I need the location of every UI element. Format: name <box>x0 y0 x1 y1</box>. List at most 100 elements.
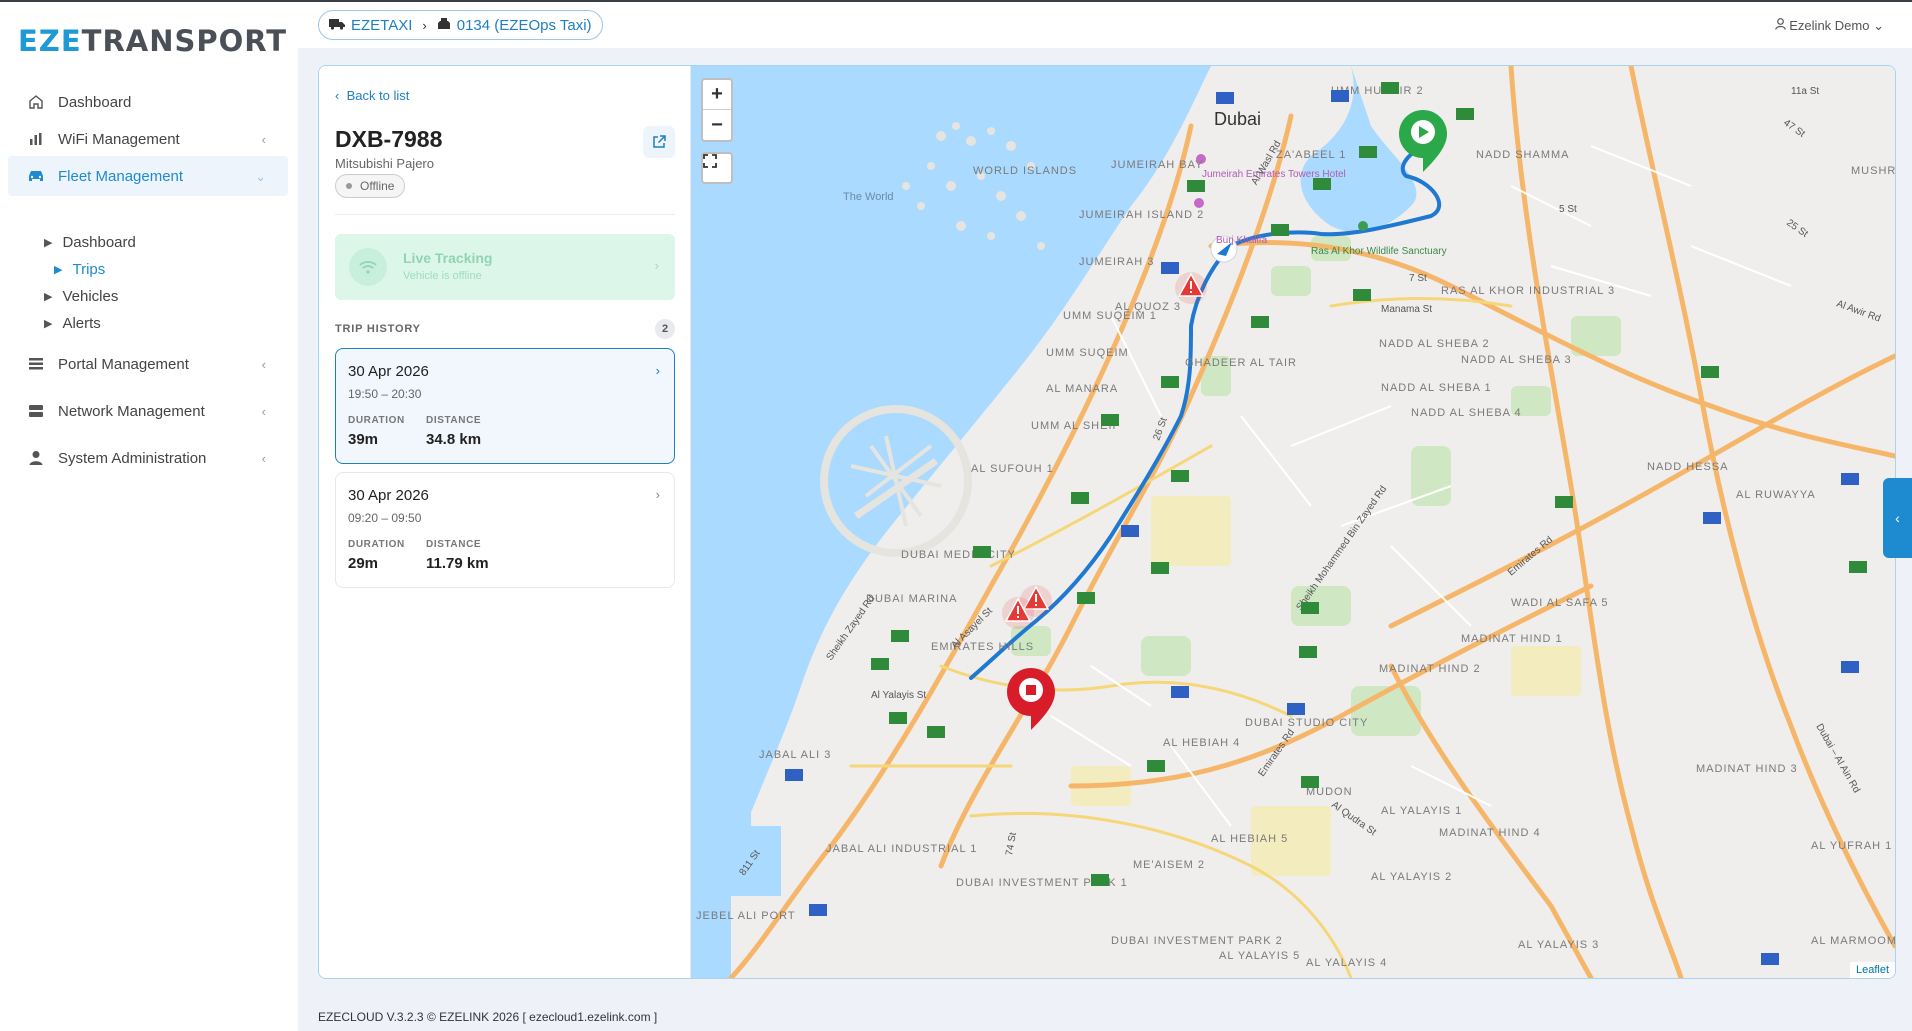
map-label-jumeirah-bay: JUMEIRAH BAY <box>1111 159 1203 171</box>
vehicle-plate: DXB-7988 <box>335 126 443 152</box>
nav-label: Network Management <box>58 402 205 420</box>
truck-icon <box>329 17 345 33</box>
map-label-al-yalayis-1: AL YALAYIS 1 <box>1381 805 1462 817</box>
subnav-dashboard[interactable]: ▶ Dashboard <box>44 230 136 254</box>
app-logo[interactable]: EZETRANSPORT <box>18 24 287 58</box>
nav-wifi-management[interactable]: WiFi Management ‹ <box>8 119 288 159</box>
nav-label: System Administration <box>58 449 207 467</box>
distance-label: DISTANCE <box>426 415 482 426</box>
nav-network-management[interactable]: Network Management ‹ <box>8 391 288 431</box>
map-label-wadi-al-safa-5: WADI AL SAFA 5 <box>1511 597 1609 609</box>
server-icon <box>26 402 46 420</box>
map-label-11a-st: 11a St <box>1791 86 1819 97</box>
map-label-ras-al-khor: RAS AL KHOR INDUSTRIAL 3 <box>1441 285 1615 297</box>
bar-chart-icon <box>26 130 46 148</box>
footer-text: EZECLOUD V.3.2.3 © EZELINK 2026 [ ezeclo… <box>318 1010 658 1024</box>
home-icon <box>26 93 46 111</box>
map-label-nadd-shamma: NADD SHAMMA <box>1476 149 1570 161</box>
map-attribution[interactable]: Leaflet <box>1849 962 1895 978</box>
nav-label: WiFi Management <box>58 130 180 148</box>
nav-system-administration[interactable]: System Administration ‹ <box>8 438 288 478</box>
chevron-left-icon: ‹ <box>1895 510 1900 526</box>
subnav-trips[interactable]: ▶ Trips <box>54 257 105 281</box>
trip-card[interactable]: 30 Apr 2026 09:20 – 09:50 › DURATION 29m… <box>335 472 675 588</box>
breadcrumb-org[interactable]: EZETAXI <box>351 17 412 34</box>
breadcrumb: EZETAXI › 0134 (EZEOps Taxi) <box>318 10 603 40</box>
live-tracking-card[interactable]: Live Tracking Vehicle is offline › <box>335 234 675 300</box>
map-label-nadd-hessa: NADD HESSA <box>1647 461 1729 473</box>
map-label-mushrif: MUSHRI <box>1851 165 1895 177</box>
chevron-left-icon: ‹ <box>261 451 266 466</box>
map-label-al-hebiah-4: AL HEBIAH 4 <box>1163 737 1240 749</box>
nav-fleet-management[interactable]: Fleet Management ⌄ <box>8 156 288 196</box>
map-label-zaabeel: ZA'ABEEL 1 <box>1276 149 1346 161</box>
map-label-the-world: The World <box>843 191 894 203</box>
caret-right-icon: ▶ <box>44 290 53 303</box>
open-external-button[interactable] <box>643 126 675 158</box>
subnav-vehicles[interactable]: ▶ Vehicles <box>44 284 118 308</box>
trip-map[interactable]: Dubai The World WORLD ISLANDS JUMEIRAH B… <box>691 66 1895 978</box>
map-canvas[interactable]: Dubai The World WORLD ISLANDS JUMEIRAH B… <box>691 66 1895 978</box>
map-label-al-yalayis-3: AL YALAYIS 3 <box>1518 939 1599 951</box>
map-label-jabal-ali-industrial-1: JABAL ALI INDUSTRIAL 1 <box>826 843 977 855</box>
car-icon <box>26 167 46 185</box>
user-menu[interactable]: Ezelink Demo ⌄ <box>1774 18 1884 34</box>
alert-marker[interactable] <box>1175 272 1207 304</box>
status-dot <box>346 183 352 189</box>
chevron-left-icon: ‹ <box>261 357 266 372</box>
distance-label: DISTANCE <box>426 539 482 550</box>
breadcrumb-vehicle[interactable]: 0134 (EZEOps Taxi) <box>457 17 592 34</box>
sanctuary-poi-icon <box>1358 221 1368 231</box>
landmark-poi-icon <box>1194 198 1204 208</box>
subnav-alerts[interactable]: ▶ Alerts <box>44 311 101 335</box>
trip-count-badge: 2 <box>655 319 675 339</box>
zoom-control: + − <box>701 78 733 142</box>
nav-label: Portal Management <box>58 355 189 373</box>
trip-detail-card: ‹ Back to list DXB-7988 Mitsubishi Pajer… <box>318 65 1896 979</box>
map-label-al-yalayis-2: AL YALAYIS 2 <box>1371 871 1452 883</box>
nav-label: Dashboard <box>58 93 132 111</box>
map-label-al-ruwayyah: AL RUWAYYA <box>1736 489 1816 501</box>
sidebar: EZETRANSPORT Dashboard WiFi Management ‹… <box>0 2 298 1031</box>
chevron-down-icon: ⌄ <box>1873 18 1884 33</box>
map-label-al-quoz-3: AL QUOZ 3 <box>1115 301 1181 313</box>
caret-right-icon: ▶ <box>54 263 63 276</box>
trip-card[interactable]: 30 Apr 2026 19:50 – 20:30 › DURATION 39m… <box>335 348 675 464</box>
alert-marker[interactable] <box>1002 597 1034 629</box>
trip-history-heading: TRIP HISTORY <box>335 323 421 335</box>
map-label-jebel-ali-port: JEBEL ALI PORT <box>696 910 796 922</box>
map-label-dubai-media-city: DUBAI MEDIA CITY <box>901 549 1016 561</box>
chevron-right-icon: › <box>654 258 659 273</box>
map-label-dubai: Dubai <box>1214 109 1261 129</box>
map-label-nadd-al-sheba-2: NADD AL SHEBA 2 <box>1379 338 1490 350</box>
nav-dashboard[interactable]: Dashboard <box>8 82 288 122</box>
map-label-me-aisem-2: ME'AISEM 2 <box>1133 859 1205 871</box>
map-label-ghadeer-al-tair: GHADEER AL TAIR <box>1185 357 1297 369</box>
panel-toggle-tab[interactable]: ‹ <box>1883 478 1912 558</box>
map-label-al-yufrah-1: AL YUFRAH 1 <box>1811 840 1892 852</box>
trip-duration: 29m <box>348 555 379 572</box>
duration-label: DURATION <box>348 539 405 550</box>
divider <box>335 214 675 215</box>
trip-distance: 34.8 km <box>426 431 482 448</box>
caret-right-icon: ▶ <box>44 236 53 249</box>
map-label-al-yalayis-4: AL YALAYIS 4 <box>1306 957 1387 969</box>
top-header: EZETAXI › 0134 (EZEOps Taxi) Ezelink Dem… <box>298 2 1912 48</box>
trip-time: 19:50 – 20:30 <box>348 387 422 401</box>
zoom-in-button[interactable]: + <box>703 80 731 110</box>
map-label-emirates-hills: EMIRATES HILLS <box>931 641 1034 653</box>
back-to-list-link[interactable]: ‹ Back to list <box>335 88 409 103</box>
map-label-jumeirah-3: JUMEIRAH 3 <box>1079 256 1154 268</box>
trip-time: 09:20 – 09:50 <box>348 511 422 525</box>
zoom-out-button[interactable]: − <box>703 110 731 140</box>
map-label-al-yalayis-5: AL YALAYIS 5 <box>1219 950 1300 962</box>
chevron-right-icon: › <box>422 17 427 33</box>
fullscreen-icon <box>703 154 717 168</box>
map-label-dip-2: DUBAI INVESTMENT PARK 2 <box>1111 935 1283 947</box>
fullscreen-button[interactable] <box>701 152 733 184</box>
map-label-world-islands: WORLD ISLANDS <box>973 165 1077 177</box>
chevron-left-icon: ‹ <box>261 132 266 147</box>
map-label-madinat-hind-4: MADINAT HIND 4 <box>1439 827 1541 839</box>
nav-portal-management[interactable]: Portal Management ‹ <box>8 344 288 384</box>
map-label-5-st: 5 St <box>1559 204 1577 215</box>
